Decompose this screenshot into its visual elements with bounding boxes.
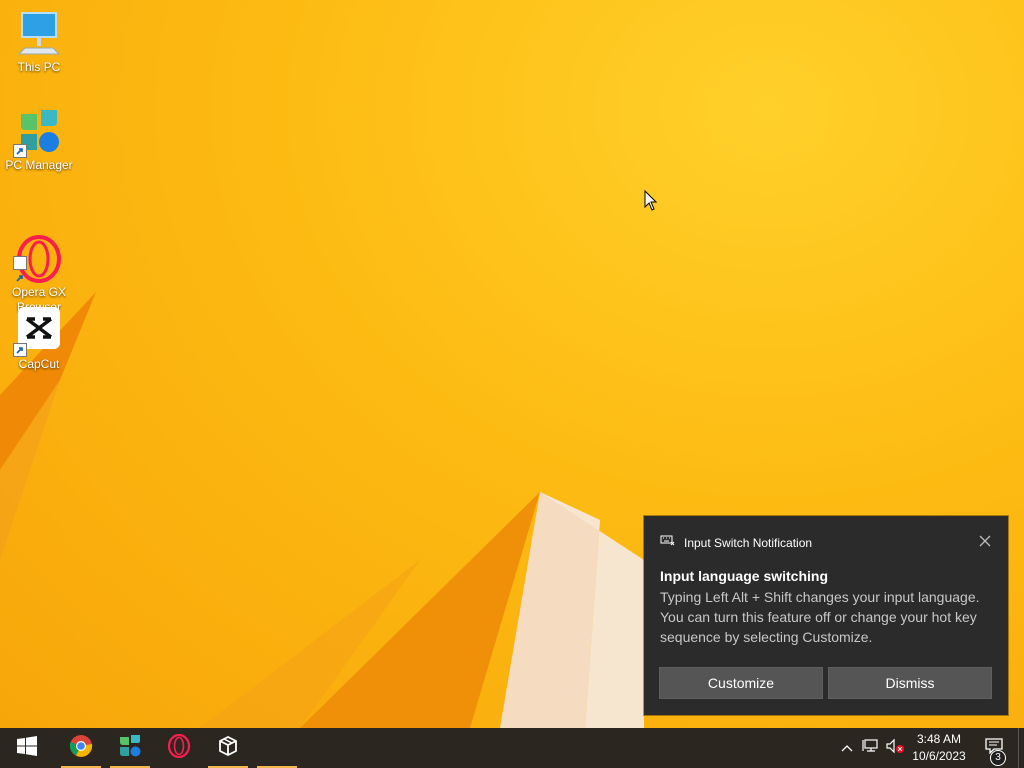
capcut-icon [13, 307, 63, 357]
shortcut-arrow-icon [13, 343, 27, 357]
taskbar-opera[interactable] [155, 728, 203, 768]
opera-icon [167, 733, 191, 763]
dismiss-button[interactable]: Dismiss [828, 667, 992, 699]
toast-title: Input language switching [660, 568, 828, 584]
taskbar-pc-manager[interactable] [106, 728, 154, 768]
toast-app-name: Input Switch Notification [684, 536, 813, 550]
windows-logo-icon [17, 735, 37, 761]
pc-manager-icon [118, 734, 142, 763]
chevron-up-icon [841, 739, 853, 757]
opera-gx-icon [13, 220, 63, 283]
pc-manager-icon [13, 108, 63, 158]
package-icon [216, 734, 240, 763]
show-hidden-icons-button[interactable] [838, 728, 856, 768]
toast-body: Typing Left Alt + Shift changes your inp… [660, 589, 980, 645]
network-icon [862, 738, 880, 758]
desktop-icon-capcut[interactable]: CapCut [1, 307, 77, 372]
clock-time: 3:48 AM [916, 732, 962, 746]
taskbar-chrome[interactable] [57, 728, 105, 768]
shortcut-arrow-icon [13, 256, 27, 282]
desktop-icon-pc-manager[interactable]: PC Manager [1, 108, 77, 173]
desktop-icon-label: This PC [17, 60, 61, 74]
desktop-icon-this-pc[interactable]: This PC [1, 10, 77, 75]
taskbar: 3:48 AM 10/6/2023 [0, 728, 1024, 768]
taskbar-box-app[interactable] [204, 728, 252, 768]
customize-button[interactable]: Customize [659, 667, 823, 699]
keyboard-icon [660, 534, 676, 552]
volume-button[interactable] [884, 728, 906, 768]
desktop-icon-label: PC Manager [5, 158, 73, 172]
volume-muted-icon [885, 738, 905, 759]
close-icon[interactable] [978, 534, 992, 548]
taskbar-active-app[interactable] [253, 728, 301, 768]
clock[interactable]: 3:48 AM 10/6/2023 [906, 728, 972, 768]
toast-header: Input Switch Notification [660, 535, 812, 551]
notification-count-badge: 3 [990, 750, 1006, 766]
start-button[interactable] [3, 728, 51, 768]
this-pc-icon [15, 10, 63, 58]
show-desktop-button[interactable] [1018, 728, 1024, 768]
mouse-pointer-icon [644, 189, 658, 217]
shortcut-arrow-icon [13, 144, 27, 158]
toast-notification[interactable]: Input Switch Notification Input language… [644, 516, 1008, 715]
clock-date: 10/6/2023 [912, 749, 966, 763]
network-button[interactable] [860, 728, 882, 768]
desktop-icon-label: CapCut [18, 357, 60, 371]
chrome-icon [69, 734, 93, 763]
